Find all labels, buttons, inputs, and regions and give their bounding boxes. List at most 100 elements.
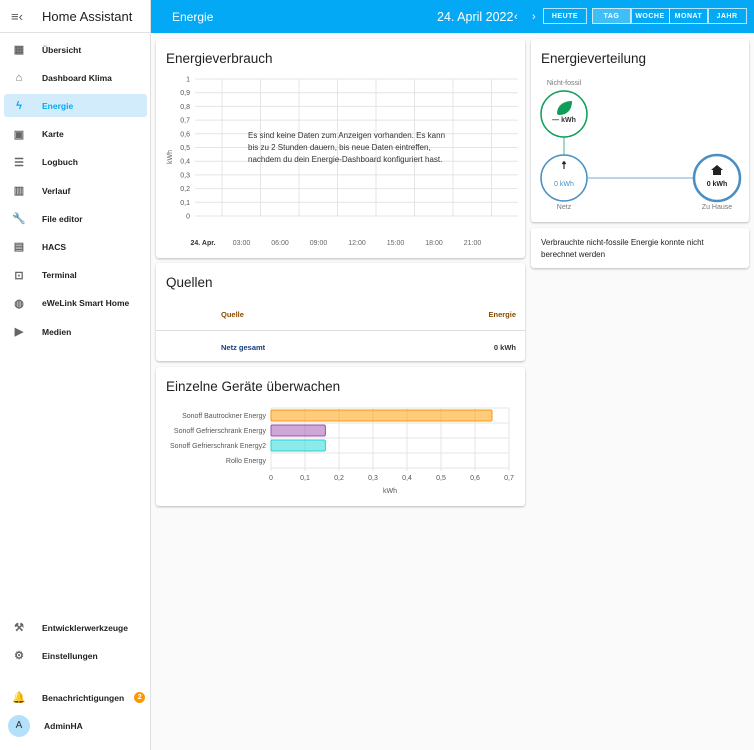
date-display: 24. April 2022 [437, 9, 514, 24]
category-label: Sonoff Bautrockner Energy [182, 413, 266, 420]
x-tick-label: 24. Apr. [190, 240, 215, 247]
app-title: Home Assistant [42, 8, 133, 24]
y-tick-label: 0,4 [180, 159, 190, 166]
x-tick-label: 18:00 [425, 240, 443, 247]
period-tab-tag[interactable]: TAG [592, 8, 631, 24]
x-tick-label: 15:00 [387, 240, 405, 247]
y-tick-label: 0,6 [180, 131, 190, 138]
sidebar-item-label: Energie [42, 100, 74, 111]
x-tick-label: 0,7 [504, 475, 514, 482]
sidebar-item-label: Einstellungen [42, 650, 98, 661]
sidebar-item-label: Karte [42, 129, 64, 140]
hammer-icon: ⚒ [14, 622, 24, 634]
page-title: Energie [172, 9, 214, 24]
y-tick-label: 0,3 [180, 172, 190, 179]
transmission-tower-icon: ☨ [561, 160, 567, 172]
no-data-message: bis zu 2 Stunden dauern, bis neue Daten … [248, 143, 431, 152]
terminal-icon: ⊡ [14, 269, 24, 282]
y-axis-label: kWh [167, 150, 174, 164]
devices-card: Einzelne Geräte überwachen 0 0,1 0,2 0,3 0,4… [156, 367, 525, 506]
home-circle [692, 153, 742, 203]
avatar: A [8, 714, 30, 737]
home-value: 0 kWh [706, 181, 728, 188]
x-tick-label: 0,3 [368, 475, 378, 482]
wrench-icon: 🔧 [12, 213, 26, 226]
sidebar-item[interactable]: ⌂ Dashboard Klima [4, 66, 147, 89]
category-label: Sonoff Gefrierschrank Energy2 [170, 443, 266, 450]
sidebar-item-label: File editor [42, 213, 83, 224]
x-tick-label: 06:00 [271, 240, 289, 247]
y-tick-label: 0,9 [180, 90, 190, 97]
column-header-energy: Energie [488, 310, 516, 319]
menu-collapse-icon[interactable]: ≡‹ [0, 9, 34, 24]
period-tab-woche[interactable]: WOCHE [630, 8, 670, 24]
globe-icon: ◍ [14, 297, 24, 310]
hacs-icon: ▤ [13, 241, 25, 254]
home-label: Zu Hause [701, 204, 733, 211]
list-icon: ☰ [14, 156, 24, 169]
sidebar-item-label: HACS [42, 241, 67, 252]
sidebar-item-label: Verlauf [42, 185, 71, 196]
fossil-note-card: Verbrauchte nicht-fossile Energie konnte… [531, 228, 749, 268]
x-tick-label: 0,5 [436, 475, 446, 482]
y-tick-label: 0,2 [180, 186, 190, 193]
sidebar-item-label: Medien [42, 326, 72, 337]
sidebar-item-label: Übersicht [42, 44, 82, 55]
sidebar-item[interactable]: 🔔 Benachrichtigungen 2 [4, 686, 147, 709]
sidebar-item[interactable]: ⚒ Entwicklerwerkzeuge [4, 616, 147, 639]
note-line: Verbrauchte nicht-fossile Energie konnte… [541, 238, 704, 247]
x-tick-label: 0,6 [470, 475, 480, 482]
x-tick-label: 09:00 [310, 240, 328, 247]
lightning-icon: ϟ [16, 99, 22, 112]
dashboard-icon: ▦ [13, 44, 25, 56]
bar [270, 409, 493, 422]
sidebar-item[interactable]: ▦ Übersicht [4, 38, 147, 61]
sidebar-item[interactable]: A AdminHA [4, 714, 147, 737]
sidebar-item[interactable]: ⚙ Einstellungen [4, 644, 147, 667]
y-tick-label: 0,5 [180, 145, 190, 152]
y-tick-label: 0,8 [180, 104, 190, 111]
sidebar-item[interactable]: ▣ Karte [4, 123, 147, 146]
bar [270, 424, 326, 437]
chart-icon: ▥ [13, 185, 25, 197]
x-tick-label: 03:00 [233, 240, 251, 247]
y-tick-label: 1 [186, 77, 190, 84]
sidebar-item[interactable]: ▥ Verlauf [4, 179, 147, 202]
bar [270, 439, 326, 452]
source-name: Netz gesamt [221, 343, 266, 352]
chevron-left-icon[interactable]: ‹ [514, 11, 518, 23]
period-tab-monat[interactable]: MONAT [669, 8, 708, 24]
no-data-message: nachdem du dein Energie-Dashboard konfig… [248, 155, 442, 164]
sidebar-item[interactable]: ▤ HACS [4, 235, 147, 258]
bell-icon: 🔔 [12, 692, 26, 704]
x-tick-label: 12:00 [348, 240, 366, 247]
note-line: berechnet werden [541, 250, 606, 259]
y-tick-label: 0,7 [180, 118, 190, 125]
sidebar-item-label: Entwicklerwerkzeuge [42, 622, 128, 633]
top-bar: Energie 24. April 2022 ‹ › HEUTE TAG WOCH… [151, 0, 754, 33]
x-tick-label: 0,4 [402, 475, 412, 482]
gear-icon: ⚙ [14, 650, 24, 662]
media-icon: ▶ [14, 326, 24, 338]
notification-badge: 2 [134, 692, 146, 703]
sidebar-item[interactable]: ☰ Logbuch [4, 151, 147, 174]
y-tick-label: 0 [186, 214, 190, 221]
chevron-right-icon[interactable]: › [532, 11, 536, 23]
sidebar-item[interactable]: 🔧 File editor [4, 207, 147, 230]
today-button[interactable]: HEUTE [543, 8, 587, 24]
card-title: Quellen [166, 275, 213, 290]
energy-consumption-card: Energieverbrauch 0 0,1 0,2 0,3 0,4 0,5 0,6 0,7 0… [156, 39, 525, 258]
source-value: 0 kWh [493, 343, 516, 352]
sidebar-item[interactable]: ◍ eWeLink Smart Home [4, 292, 147, 315]
category-label: Sonoff Gefrierschrank Energy [174, 428, 267, 435]
x-tick-label: 0,1 [300, 475, 310, 482]
sidebar-item-label: AdminHA [44, 720, 83, 731]
no-data-message: Es sind keine Daten zum Anzeigen vorhand… [248, 131, 445, 140]
sidebar-item[interactable]: ⊡ Terminal [4, 264, 147, 287]
period-tab-jahr[interactable]: JAHR [707, 8, 747, 24]
x-tick-label: 0 [269, 475, 273, 482]
sidebar-item[interactable]: ϟ Energie [4, 94, 147, 118]
column-header-source: Quelle [221, 310, 244, 319]
grid-label: Netz [556, 204, 572, 211]
sidebar-item[interactable]: ▶ Medien [4, 320, 147, 343]
